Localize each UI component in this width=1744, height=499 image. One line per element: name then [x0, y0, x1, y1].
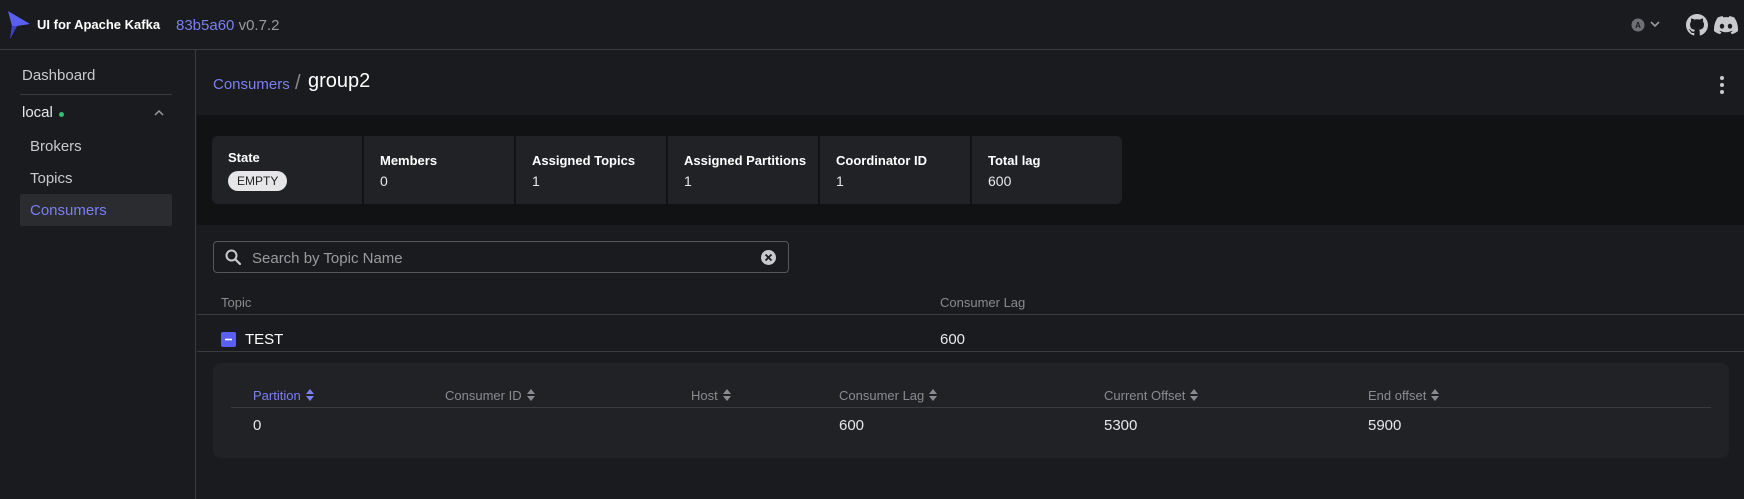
table-divider	[197, 314, 1744, 315]
cluster-status-dot	[59, 112, 64, 117]
sidebar-item-dashboard[interactable]: Dashboard	[22, 67, 95, 84]
stat-label: Coordinator ID	[836, 153, 927, 168]
topics-panel: Topic Consumer Lag TEST 600 Partition Co…	[197, 225, 1744, 499]
table-divider	[231, 407, 1711, 408]
state-badge: EMPTY	[228, 171, 288, 191]
collapse-row-icon[interactable]	[221, 332, 236, 347]
kafka-logo-icon[interactable]	[6, 10, 32, 40]
main-content: Consumers / group2 State EMPTY Members 0…	[197, 50, 1744, 499]
table-divider	[197, 351, 1744, 352]
cell-consumer-lag: 600	[839, 417, 865, 434]
sort-icon[interactable]	[929, 389, 938, 401]
stat-value: 1	[836, 173, 844, 189]
sort-icon[interactable]	[722, 389, 731, 401]
sidebar-item-brokers[interactable]: Brokers	[30, 138, 82, 155]
column-header-label: Partition	[253, 388, 301, 403]
column-header-consumer-id[interactable]: Consumer ID	[445, 388, 535, 403]
column-header-partition[interactable]: Partition	[253, 388, 314, 403]
stat-value: 1	[684, 173, 692, 189]
sort-icon[interactable]	[1190, 389, 1199, 401]
page-title: group2	[308, 70, 371, 92]
stat-coordinator-id: Coordinator ID 1	[820, 136, 970, 204]
column-header-label: Current Offset	[1104, 388, 1186, 403]
stat-assigned-partitions: Assigned Partitions 1	[668, 136, 818, 204]
sort-icon[interactable]	[526, 389, 535, 401]
topic-consumer-lag: 600	[940, 331, 966, 348]
clear-search-icon[interactable]	[760, 249, 777, 266]
stat-value: 600	[988, 173, 1012, 189]
cluster-name: local	[22, 104, 53, 121]
cell-partition: 0	[253, 417, 262, 434]
page-header: Consumers / group2	[197, 50, 1744, 115]
stat-label: Members	[380, 153, 438, 168]
stat-members: Members 0	[364, 136, 514, 204]
stat-label: State	[228, 150, 260, 165]
sidebar-item-topics[interactable]: Topics	[30, 170, 73, 187]
column-header-end-offset[interactable]: End offset	[1368, 388, 1440, 403]
sidebar-cluster-local[interactable]: local	[22, 104, 172, 124]
column-header-label: End offset	[1368, 388, 1427, 403]
column-header-host[interactable]: Host	[691, 388, 731, 403]
cell-current-offset: 5300	[1104, 417, 1138, 434]
stat-label: Total lag	[988, 153, 1041, 168]
version-number: v0.7.2	[238, 17, 280, 34]
stat-value: 0	[380, 173, 388, 189]
more-options-icon[interactable]	[1719, 75, 1725, 95]
sidebar-item-consumers-label: Consumers	[30, 202, 107, 219]
stat-total-lag: Total lag 600	[972, 136, 1122, 204]
app-title[interactable]: UI for Apache Kafka	[37, 17, 160, 32]
topic-name[interactable]: TEST	[245, 331, 283, 348]
version-hash-link[interactable]: 83b5a60	[176, 17, 234, 34]
breadcrumb-consumers-link[interactable]: Consumers	[213, 76, 290, 93]
topic-search[interactable]	[213, 241, 789, 273]
column-header-label: Consumer ID	[445, 388, 522, 403]
discord-icon[interactable]	[1714, 15, 1738, 35]
github-icon[interactable]	[1686, 14, 1708, 36]
column-header-topic: Topic	[221, 295, 252, 310]
top-navbar: UI for Apache Kafka 83b5a60 v0.7.2 A	[0, 0, 1744, 50]
sidebar: Dashboard local Brokers Topics Consumers	[0, 50, 196, 499]
stat-label: Assigned Partitions	[684, 153, 807, 168]
theme-toggle[interactable]: A	[1630, 17, 1666, 33]
search-input[interactable]	[250, 246, 754, 270]
stat-state: State EMPTY	[212, 136, 362, 204]
column-header-current-offset[interactable]: Current Offset	[1104, 388, 1199, 403]
breadcrumb-separator: /	[295, 72, 301, 94]
column-header-label: Host	[691, 388, 718, 403]
consumer-group-stats: State EMPTY Members 0 Assigned Topics 1 …	[212, 136, 1122, 204]
cell-end-offset: 5900	[1368, 417, 1402, 434]
column-header-consumer-lag[interactable]: Consumer Lag	[839, 388, 938, 403]
column-header-consumer-lag: Consumer Lag	[940, 295, 1026, 310]
partitions-table: Partition Consumer ID Host Consumer Lag …	[213, 363, 1729, 458]
sidebar-divider	[20, 94, 172, 95]
stat-value: 1	[532, 173, 540, 189]
stat-assigned-topics: Assigned Topics 1	[516, 136, 666, 204]
search-icon	[225, 249, 241, 265]
app-version: 83b5a60 v0.7.2	[176, 17, 279, 34]
sidebar-item-consumers[interactable]: Consumers	[20, 194, 172, 226]
sort-icon[interactable]	[1431, 389, 1440, 401]
column-header-label: Consumer Lag	[839, 388, 925, 403]
stat-label: Assigned Topics	[532, 153, 636, 168]
chevron-up-icon[interactable]	[152, 106, 166, 120]
svg-text:A: A	[1635, 21, 1641, 30]
sort-icon[interactable]	[305, 389, 314, 401]
